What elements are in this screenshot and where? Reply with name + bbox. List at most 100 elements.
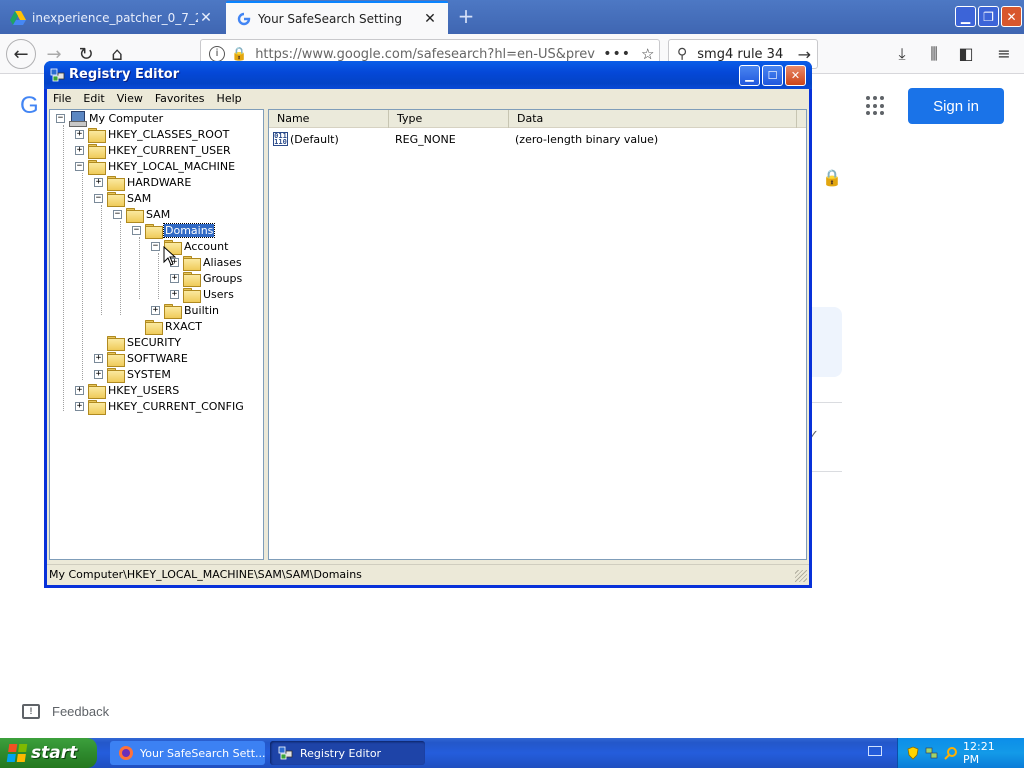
menu-edit[interactable]: Edit	[77, 92, 110, 105]
tree-item-software[interactable]: + SOFTWARE	[94, 350, 189, 367]
tree-item-users[interactable]: + Users	[170, 286, 235, 303]
tree-item-hkey-users[interactable]: + HKEY_USERS	[75, 382, 180, 399]
taskbar-item-firefox[interactable]: Your SafeSearch Sett...	[110, 741, 265, 765]
collapse-icon[interactable]: −	[113, 209, 122, 219]
tree-item-aliases[interactable]: + Aliases	[170, 254, 243, 271]
resize-grip-icon[interactable]	[795, 570, 807, 582]
tree-item-hkey-classes-root[interactable]: + HKEY_CLASSES_ROOT	[75, 126, 230, 143]
list-item[interactable]: 011 110 (Default) REG_NONE (zero-length b…	[273, 131, 658, 147]
list-header: Name Type Data	[269, 110, 806, 128]
expand-icon[interactable]: +	[94, 177, 103, 187]
library-icon[interactable]: ⫼	[922, 42, 946, 66]
page-actions-icon[interactable]: •••	[603, 46, 631, 62]
hamburger-menu-icon[interactable]: ≡	[992, 42, 1016, 66]
column-header-data[interactable]: Data	[509, 110, 797, 128]
tree-item-hardware[interactable]: + HARDWARE	[94, 174, 192, 191]
menu-help[interactable]: Help	[211, 92, 248, 105]
expand-icon[interactable]: +	[75, 129, 84, 139]
menu-view[interactable]: View	[111, 92, 149, 105]
close-tab-icon[interactable]: ✕	[422, 11, 438, 27]
tree-item-hkey-current-user[interactable]: + HKEY_CURRENT_USER	[75, 142, 232, 159]
tree-item-hkey-current-config[interactable]: + HKEY_CURRENT_CONFIG	[75, 398, 245, 415]
collapse-icon[interactable]: −	[132, 225, 141, 235]
search-magnifier-icon[interactable]	[944, 746, 958, 760]
firefox-icon	[119, 746, 133, 760]
search-input[interactable]: smg4 rule 34	[697, 47, 783, 62]
tree-item-security[interactable]: SECURITY	[94, 334, 182, 351]
values-list[interactable]: Name Type Data 011 110 (Default) REG_NONE…	[268, 109, 807, 560]
sign-in-button[interactable]: Sign in	[908, 88, 1004, 124]
window-titlebar[interactable]: Registry Editor ▁ ☐ ✕	[44, 61, 812, 89]
folder-icon	[164, 303, 182, 319]
close-tab-icon[interactable]: ✕	[198, 10, 214, 26]
menu-file[interactable]: File	[47, 92, 77, 105]
close-icon[interactable]: ✕	[785, 65, 806, 86]
open-folder-icon	[126, 207, 144, 223]
close-icon[interactable]: ✕	[1001, 6, 1022, 27]
tree-item-system[interactable]: + SYSTEM	[94, 366, 172, 383]
column-header-type[interactable]: Type	[389, 110, 509, 128]
expand-icon[interactable]: +	[75, 145, 84, 155]
tree-line	[139, 237, 140, 299]
collapse-icon[interactable]: −	[151, 241, 160, 251]
tree-item-label: HARDWARE	[127, 175, 192, 189]
system-tray: 12:21 PM	[897, 738, 1024, 768]
tree-item-rxact[interactable]: RXACT	[132, 318, 203, 335]
taskbar-item-registry-editor[interactable]: Registry Editor	[270, 741, 425, 765]
tree-item-hkey-local-machine[interactable]: − HKEY_LOCAL_MACHINE	[75, 158, 236, 175]
binary-value-icon: 011 110	[273, 132, 288, 146]
tree-item-label: Builtin	[184, 303, 219, 317]
new-tab-plus-icon[interactable]: +	[455, 5, 477, 27]
minimize-icon[interactable]: ▁	[955, 6, 976, 27]
column-header-name[interactable]: Name	[269, 110, 389, 128]
collapse-icon[interactable]: −	[75, 161, 84, 171]
tree-item-my-computer[interactable]: − My Computer	[56, 110, 164, 127]
back-arrow-icon[interactable]: ←	[6, 39, 36, 69]
minimize-icon[interactable]: ▁	[739, 65, 760, 86]
feedback-link[interactable]: ! Feedback	[22, 704, 109, 719]
expand-icon[interactable]: +	[75, 385, 84, 395]
sidebar-icon[interactable]: ◧	[954, 42, 978, 66]
tree-item-label: HKEY_CURRENT_CONFIG	[108, 399, 244, 413]
url-text[interactable]: https://www.google.com/safesearch?hl=en-…	[255, 47, 595, 62]
tree-line	[82, 173, 83, 380]
maximize-icon[interactable]: ☐	[762, 65, 783, 86]
restore-icon[interactable]: ❐	[978, 6, 999, 27]
taskbar: start Your SafeSearch Sett... Registry E…	[0, 738, 1024, 768]
taskbar-item-label: Registry Editor	[300, 746, 382, 760]
google-drive-icon	[10, 10, 26, 25]
tree-item-sam-sam[interactable]: − SAM	[113, 206, 171, 223]
menu-favorites[interactable]: Favorites	[149, 92, 211, 105]
keyboard-icon[interactable]	[868, 746, 882, 756]
clock[interactable]: 12:21 PM	[963, 740, 1010, 766]
expand-icon[interactable]: +	[94, 353, 103, 363]
expand-icon[interactable]: +	[170, 289, 179, 299]
taskbar-item-label: Your SafeSearch Sett...	[140, 746, 265, 760]
network-icon[interactable]	[925, 746, 939, 760]
collapse-icon[interactable]: −	[56, 113, 65, 123]
google-logo[interactable]: G	[20, 92, 39, 120]
tab-inexperience-patcher[interactable]: inexperience_patcher_0_7_2_by ✕	[0, 1, 224, 34]
open-folder-icon	[88, 159, 106, 175]
registry-tree[interactable]: − My Computer + HKEY_CLASSES_ROOT + HKEY…	[49, 109, 264, 560]
tree-item-label: RXACT	[165, 319, 202, 333]
info-icon[interactable]: i	[209, 46, 225, 62]
start-button[interactable]: start	[0, 738, 97, 768]
tree-item-label: HKEY_USERS	[108, 383, 180, 397]
tree-item-domains[interactable]: − Domains	[132, 222, 216, 239]
value-type: REG_NONE	[395, 132, 456, 146]
expand-icon[interactable]: +	[94, 369, 103, 379]
expand-icon[interactable]: +	[170, 273, 179, 283]
feedback-icon: !	[22, 704, 40, 719]
download-icon[interactable]: ⤓	[890, 42, 914, 66]
registry-editor-icon	[50, 68, 65, 82]
tree-item-sam[interactable]: − SAM	[94, 190, 152, 207]
security-shield-icon[interactable]	[906, 746, 920, 760]
expand-icon[interactable]: +	[75, 401, 84, 411]
tree-item-builtin[interactable]: + Builtin	[151, 302, 220, 319]
expand-icon[interactable]: +	[151, 305, 160, 315]
collapse-icon[interactable]: −	[94, 193, 103, 203]
tree-item-groups[interactable]: + Groups	[170, 270, 243, 287]
tab-safesearch[interactable]: Your SafeSearch Setting ✕	[226, 1, 448, 34]
apps-grid-icon[interactable]	[866, 96, 886, 116]
